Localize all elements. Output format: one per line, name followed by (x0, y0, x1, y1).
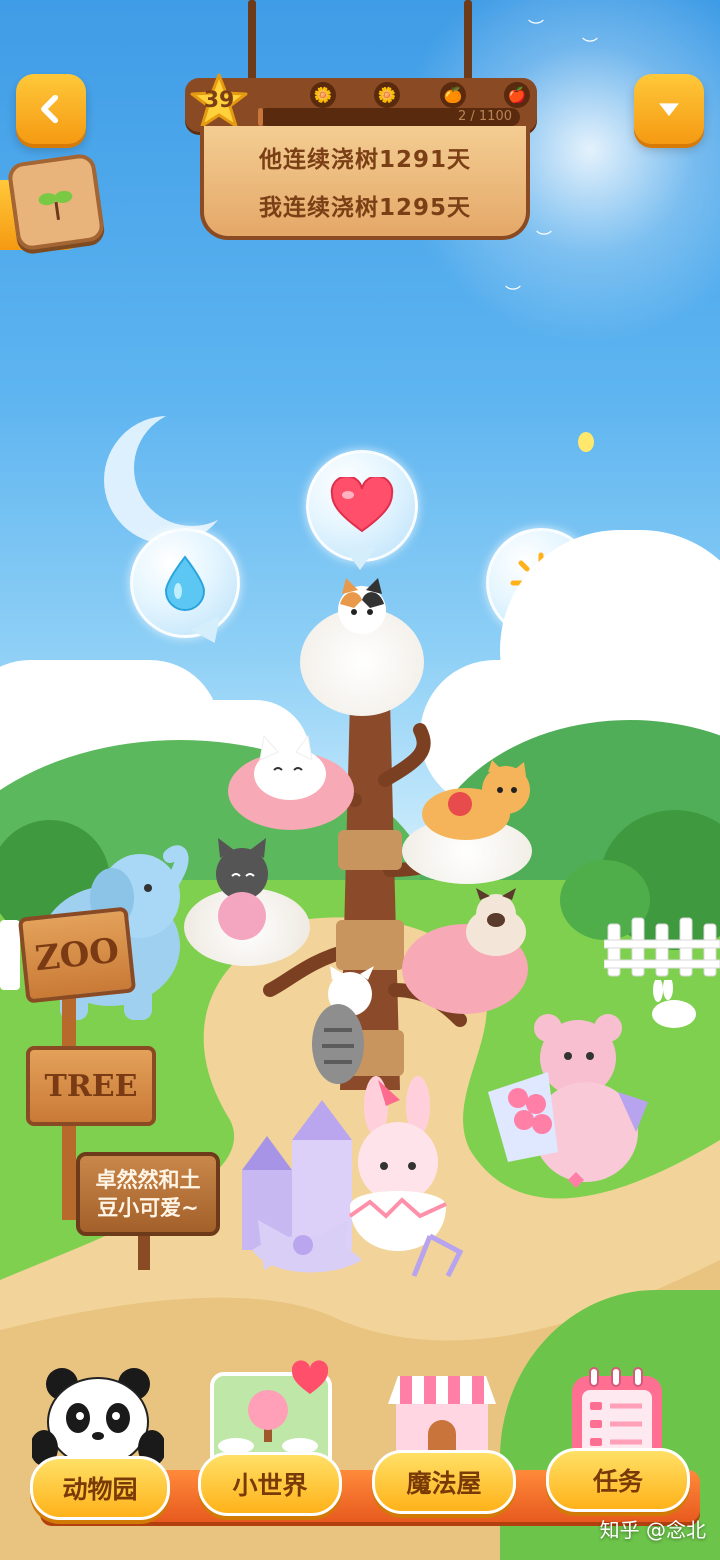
white-fence (0, 920, 20, 990)
panda-icon[interactable] (32, 1366, 164, 1470)
bird-icon: ︶ (582, 36, 599, 55)
couple-message-sign[interactable]: 卓然然和土豆小可爱~ (76, 1152, 220, 1236)
caret-down-icon (659, 103, 679, 117)
orange-cat-icon[interactable] (408, 760, 536, 846)
sign-rope-right (464, 0, 472, 84)
nav-zoo-button[interactable]: 动物园 (30, 1456, 170, 1520)
heart-icon (330, 477, 394, 533)
seed-box-button[interactable] (6, 152, 106, 252)
bunny-in-egg[interactable] (330, 1076, 470, 1286)
grey-cat-icon[interactable] (196, 838, 286, 942)
watermark: 知乎 @念北 (599, 1518, 706, 1542)
balloon-icon (578, 432, 594, 452)
moon-icon (104, 416, 232, 544)
bubble-tail (344, 548, 376, 570)
water-drop-icon (164, 555, 206, 611)
zoo-sign: ZOO (17, 906, 137, 1004)
dropdown-button[interactable] (634, 74, 704, 144)
back-button[interactable] (16, 74, 86, 144)
my-streak-text: 我连续浇树1295天 (258, 195, 471, 221)
teddy-bear-with-bouquet[interactable] (478, 1012, 654, 1192)
bird-icon: ︶ (505, 284, 522, 303)
love-button[interactable] (306, 450, 418, 562)
bow-decoration (258, 1220, 348, 1270)
level-progress-text: 2 / 1100 (458, 109, 512, 124)
calico-cat-icon[interactable] (330, 574, 394, 638)
tree-sign: TREE (26, 1046, 156, 1126)
level-progress-bar: 2 / 1100 (258, 108, 520, 126)
flower-bud-icon: 🌼 (310, 82, 336, 108)
tabby-cat-icon[interactable] (294, 966, 390, 1094)
sprout-icon (38, 190, 73, 221)
apple-fruit-icon: 🍎 (504, 82, 530, 108)
nav-task-button[interactable]: 任务 (546, 1448, 690, 1512)
partner-streak-text: 他连续浇树1291天 (258, 147, 471, 173)
white-cat-icon[interactable] (246, 730, 334, 802)
orange-fruit-icon: 🍊 (440, 82, 466, 108)
nav-small-world-button[interactable]: 小世界 (198, 1452, 342, 1516)
chevron-left-icon (41, 94, 59, 124)
white-rabbit-icon (652, 980, 696, 1028)
bird-icon: ︶ (536, 229, 553, 248)
siamese-cat-icon[interactable] (456, 888, 540, 958)
level-progress-fill (258, 108, 264, 126)
heart-badge-icon (291, 1360, 329, 1394)
water-button[interactable] (130, 528, 240, 638)
white-fence (604, 917, 720, 977)
bird-icon: ︶ (528, 18, 545, 37)
streak-signboard: 他连续浇树1291天 我连续浇树1295天 (200, 126, 530, 240)
nav-magic-house-button[interactable]: 魔法屋 (372, 1450, 516, 1514)
level-number: 39 (203, 88, 235, 113)
flower-icon: 🌼 (374, 82, 400, 108)
game-scene: ︶ ︶ ︶ ︶ 2 / 1100 39 🌼 🌼 🍊 🍎 他连续浇树1291天 我… (0, 0, 720, 1560)
